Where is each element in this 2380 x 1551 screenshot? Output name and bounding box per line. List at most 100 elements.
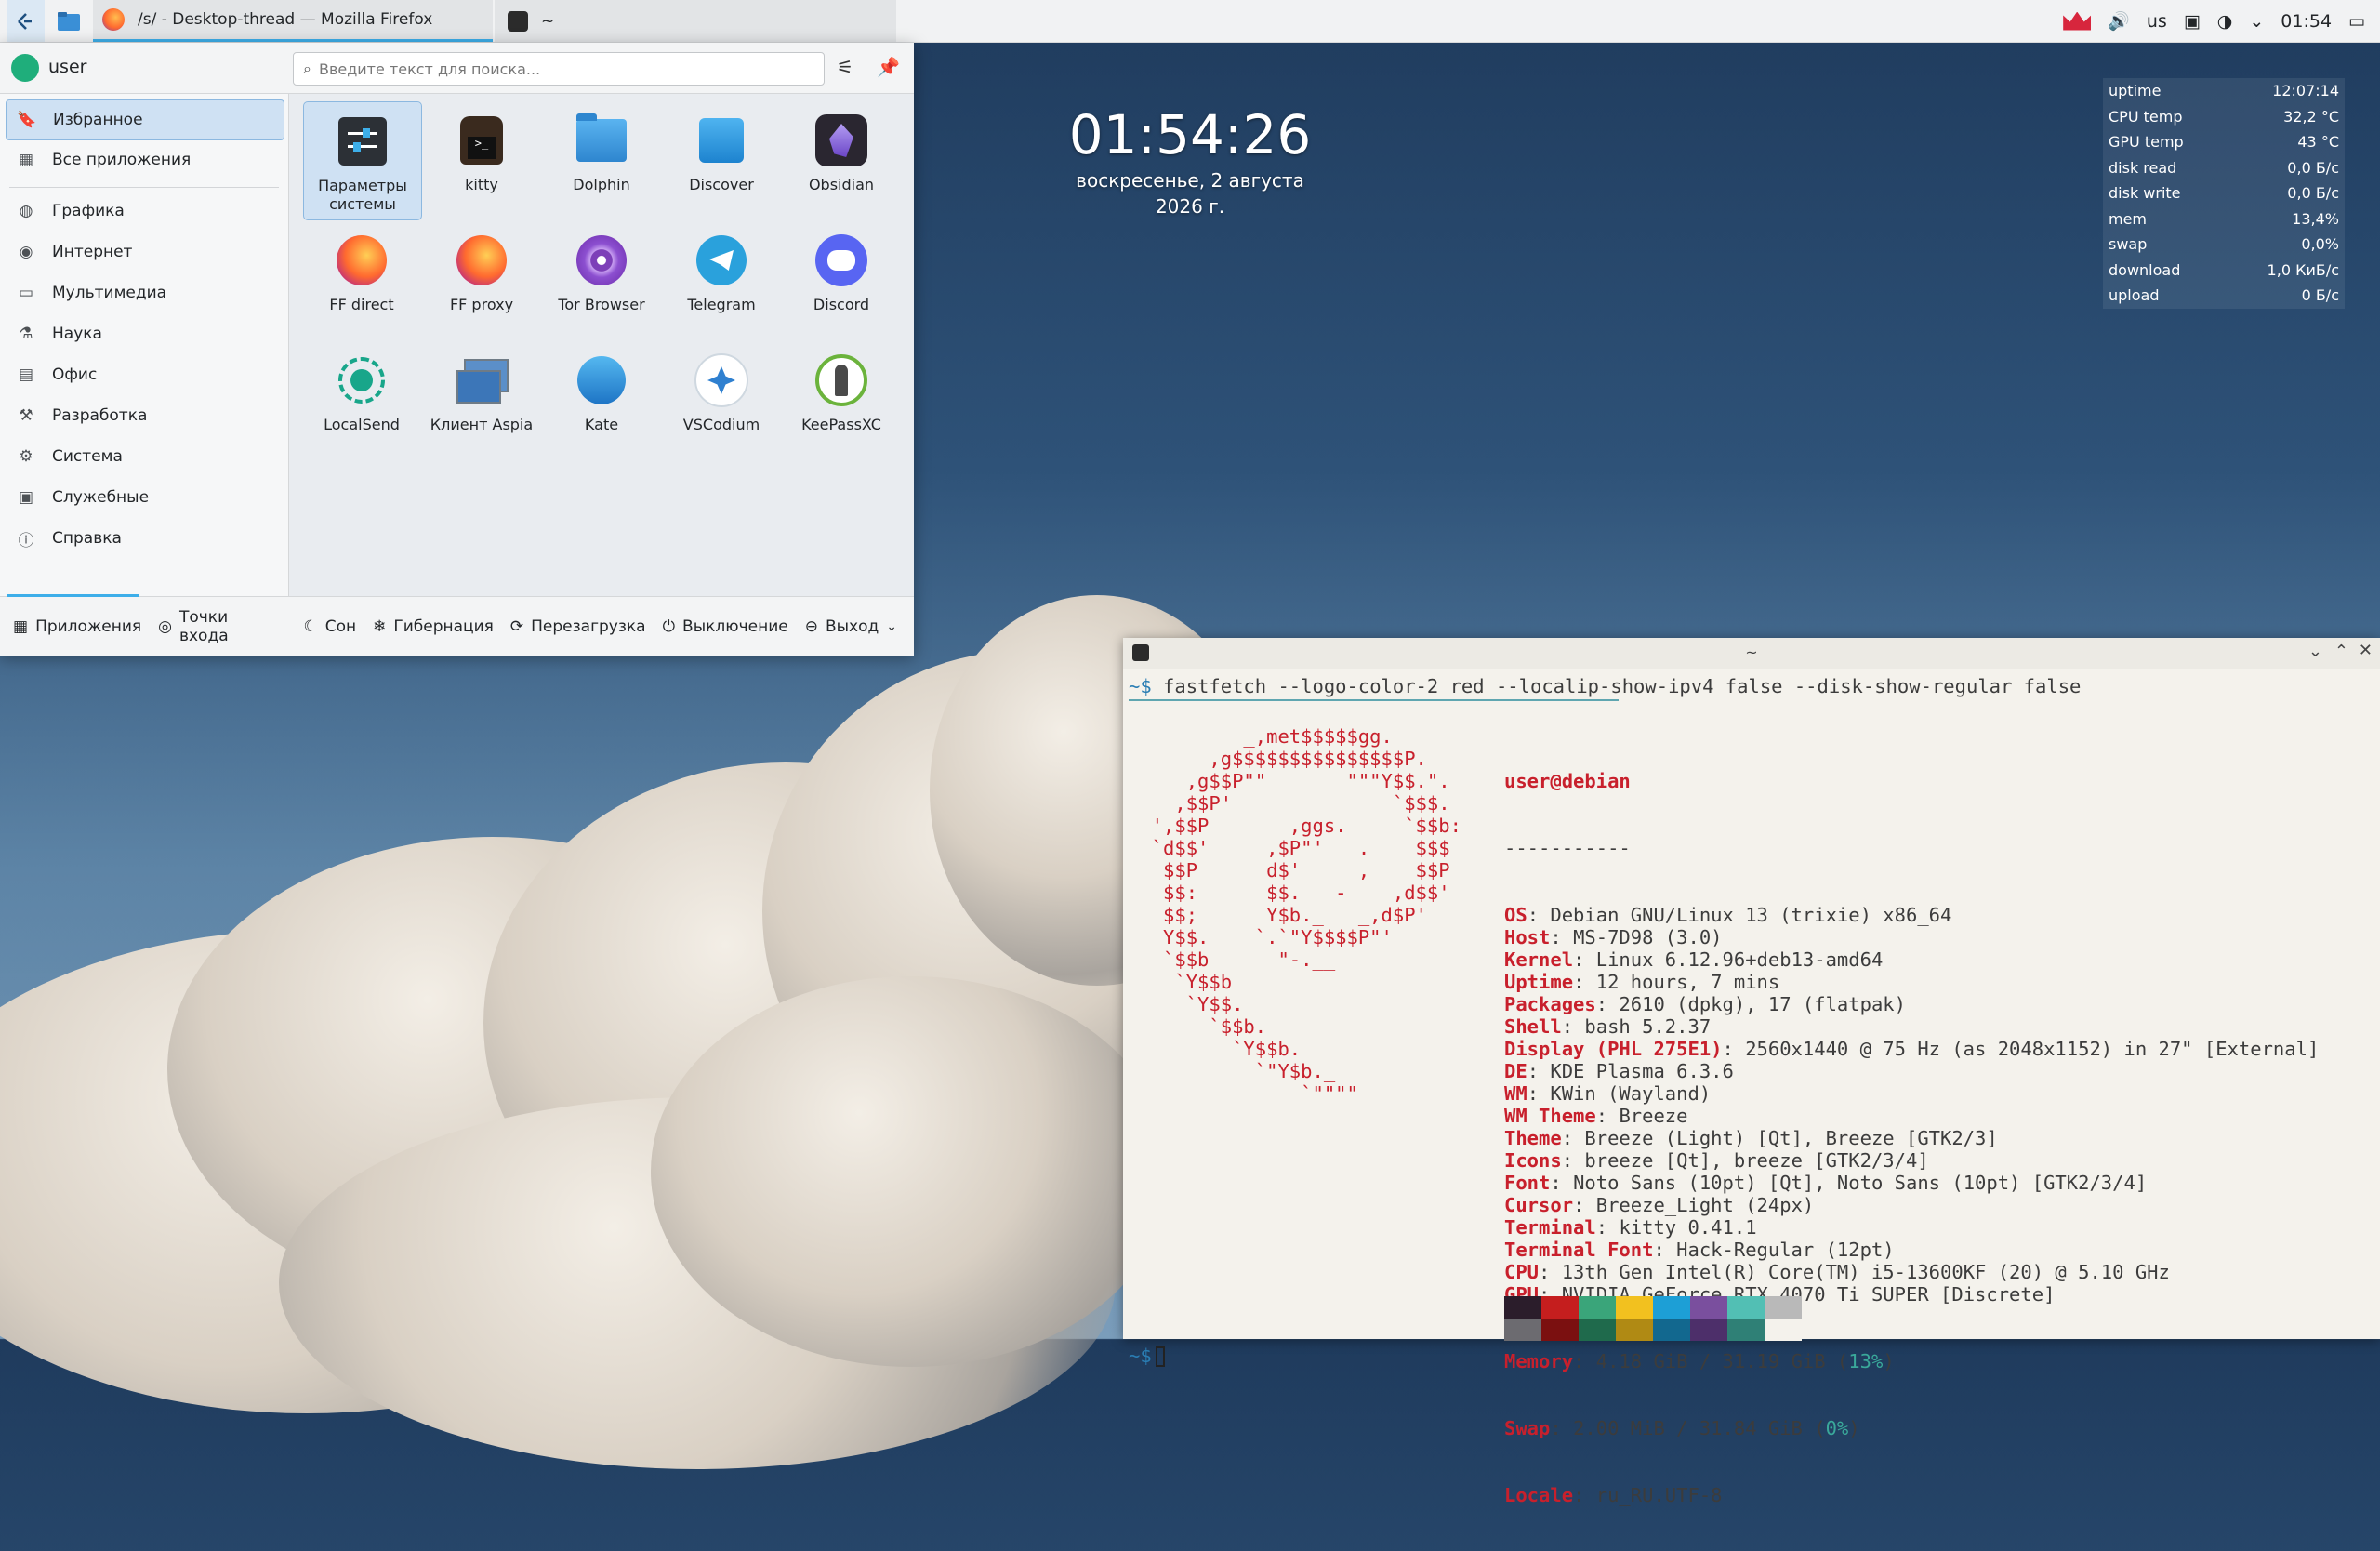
info-value: 12 hours, 7 mins — [1595, 971, 1780, 993]
category-all-apps[interactable]: ▦ Все приложения — [6, 140, 283, 179]
filter-icon[interactable]: ⚟ — [837, 56, 853, 78]
palette-swatch — [1541, 1296, 1579, 1319]
keyboard-layout[interactable]: us — [2147, 11, 2167, 32]
terminal-content[interactable]: ~$ fastfetch --logo-color-2 red --locali… — [1129, 675, 2374, 1506]
logout-button[interactable]: ⊖ Выход ⌄ — [805, 617, 897, 636]
info-key: WM Theme — [1504, 1105, 1596, 1127]
crown-icon[interactable] — [2063, 11, 2092, 31]
pin-icon[interactable]: 📌 — [877, 56, 900, 78]
info-key: WM — [1504, 1082, 1527, 1105]
logo-line: `$$b. — [1129, 1015, 1267, 1038]
app-keepassxc[interactable]: KeePassXC — [783, 341, 900, 458]
terminal-titlebar[interactable]: ~ ⌄ ⌃ ✕ — [1123, 638, 2380, 669]
network-icon[interactable]: ▣ — [2184, 11, 2201, 32]
power-icon: ⏻ — [662, 616, 676, 636]
search-field[interactable]: ⌕ Введите текст для поиска... — [293, 52, 825, 86]
sysmon-value: 43 °C — [2297, 133, 2339, 152]
hibernate-button[interactable]: ❄ Гибернация — [373, 617, 494, 636]
volume-icon[interactable]: 🔊 — [2108, 10, 2130, 32]
logo-line: `Y$$. — [1129, 993, 1244, 1015]
info-row: Kernel: Linux 6.12.96+deb13-amd64 — [1504, 948, 1884, 971]
task-terminal-label: ~ — [541, 11, 555, 31]
category-label: Разработка — [52, 406, 148, 425]
dolphin-pin-button[interactable] — [50, 0, 87, 42]
app-vscodium[interactable]: VSCodium — [663, 341, 780, 458]
logo-line: `"Y$b._ — [1129, 1060, 1336, 1082]
firefox-icon — [452, 231, 511, 290]
info-value: KWin (Wayland) — [1550, 1082, 1712, 1105]
logout-icon: ⊖ — [804, 616, 818, 636]
clipboard-icon[interactable]: ◑ — [2217, 11, 2233, 32]
app-kitty[interactable]: >_ kitty — [423, 101, 540, 219]
app-label: FF direct — [329, 296, 394, 313]
sysmon-row: CPU temp 32,2 °C — [2103, 104, 2345, 130]
taskbar: /s/ - Desktop-thread — Mozilla Firefox ~… — [0, 0, 2380, 43]
info-row: OS: Debian GNU/Linux 13 (trixie) x86_64 — [1504, 904, 1952, 926]
reboot-button[interactable]: ⟳ Перезагрузка — [510, 617, 646, 636]
tab-applications[interactable]: ▦ Приложения — [13, 617, 141, 636]
app-discord[interactable]: Discord — [783, 221, 900, 338]
show-desktop-icon[interactable]: ▭ — [2348, 11, 2365, 32]
category-favorites[interactable]: 🔖 Избранное — [6, 99, 284, 140]
vscodium-icon — [692, 351, 751, 410]
hibernate-label: Гибернация — [393, 616, 494, 636]
info-value: Debian GNU/Linux 13 (trixie) x86_64 — [1550, 904, 1952, 926]
sysmon-value: 32,2 °C — [2283, 107, 2339, 126]
fastfetch-info: user@debian ----------- OS: Debian GNU/L… — [1504, 725, 2319, 1551]
category-multimedia[interactable]: ▭ Мультимедиа — [6, 273, 283, 312]
app-discover[interactable]: Discover — [663, 101, 780, 219]
tab-places[interactable]: ◎ Точки входа — [158, 608, 270, 645]
palette-swatch — [1504, 1319, 1541, 1341]
folder-icon — [58, 11, 80, 31]
category-help[interactable]: ⓘ Справка — [6, 519, 283, 558]
search-input[interactable]: Введите текст для поиска... — [319, 60, 540, 78]
app-dolphin[interactable]: Dolphin — [543, 101, 660, 219]
app-label: VSCodium — [682, 416, 760, 433]
sysmon-label: GPU temp — [2109, 133, 2184, 152]
search-icon: ⌕ — [303, 60, 311, 77]
clock-year: 2026 г. — [1155, 195, 1225, 218]
app-label: FF proxy — [449, 296, 514, 313]
task-terminal[interactable]: ~ — [495, 0, 896, 42]
app-tor-browser[interactable]: Tor Browser — [543, 221, 660, 338]
avatar[interactable] — [11, 54, 39, 82]
app-telegram[interactable]: Telegram — [663, 221, 780, 338]
category-development[interactable]: ⚒ Разработка — [6, 396, 283, 435]
firefox-icon — [102, 8, 125, 31]
expand-tray-icon[interactable]: ⌄ — [2249, 11, 2264, 32]
globe-icon: ◉ — [19, 243, 33, 261]
app-label: Клиент Aspia — [430, 416, 534, 433]
terminal-title: ~ — [1745, 643, 1758, 661]
taskbar-clock[interactable]: 01:54 — [2281, 11, 2332, 32]
category-internet[interactable]: ◉ Интернет — [6, 232, 283, 272]
maximize-icon[interactable]: ⌃ — [2334, 642, 2348, 661]
app-aspia-client[interactable]: Клиент Aspia — [423, 341, 540, 458]
app-system-settings[interactable]: Параметры системы — [303, 101, 422, 220]
app-ff-direct[interactable]: FF direct — [303, 221, 420, 338]
category-office[interactable]: ▤ Офис — [6, 355, 283, 394]
app-kate[interactable]: Kate — [543, 341, 660, 458]
shutdown-button[interactable]: ⏻ Выключение — [663, 617, 788, 636]
sysmon-value: 13,4% — [2292, 209, 2339, 228]
palette-swatch — [1727, 1296, 1765, 1319]
app-ff-proxy[interactable]: FF proxy — [423, 221, 540, 338]
minimize-icon[interactable]: ⌄ — [2308, 642, 2322, 661]
info-value: Noto Sans (10pt) [Qt], Noto Sans (10pt) … — [1573, 1172, 2148, 1194]
palette-swatch — [1616, 1296, 1653, 1319]
close-icon[interactable]: ✕ — [2359, 641, 2373, 660]
sysmon-label: CPU temp — [2109, 107, 2183, 126]
command-prompt[interactable]: ~$ — [1129, 1345, 1165, 1367]
task-firefox[interactable]: /s/ - Desktop-thread — Mozilla Firefox — [93, 0, 493, 42]
app-obsidian[interactable]: Obsidian — [783, 101, 900, 219]
info-row: DE: KDE Plasma 6.3.6 — [1504, 1060, 1734, 1082]
snowflake-icon: ❄ — [373, 616, 387, 636]
category-science[interactable]: ⚗ Наука — [6, 314, 283, 353]
category-utilities[interactable]: ▣ Служебные — [6, 478, 283, 517]
sleep-button[interactable]: ☾ Сон — [303, 617, 356, 636]
category-graphics[interactable]: ◍ Графика — [6, 192, 283, 231]
separator: ----------- — [1504, 837, 1631, 859]
info-key: Terminal — [1504, 1216, 1596, 1239]
category-system[interactable]: ⚙ Система — [6, 437, 283, 476]
app-launcher-button[interactable] — [7, 0, 45, 42]
app-localsend[interactable]: LocalSend — [303, 341, 420, 458]
